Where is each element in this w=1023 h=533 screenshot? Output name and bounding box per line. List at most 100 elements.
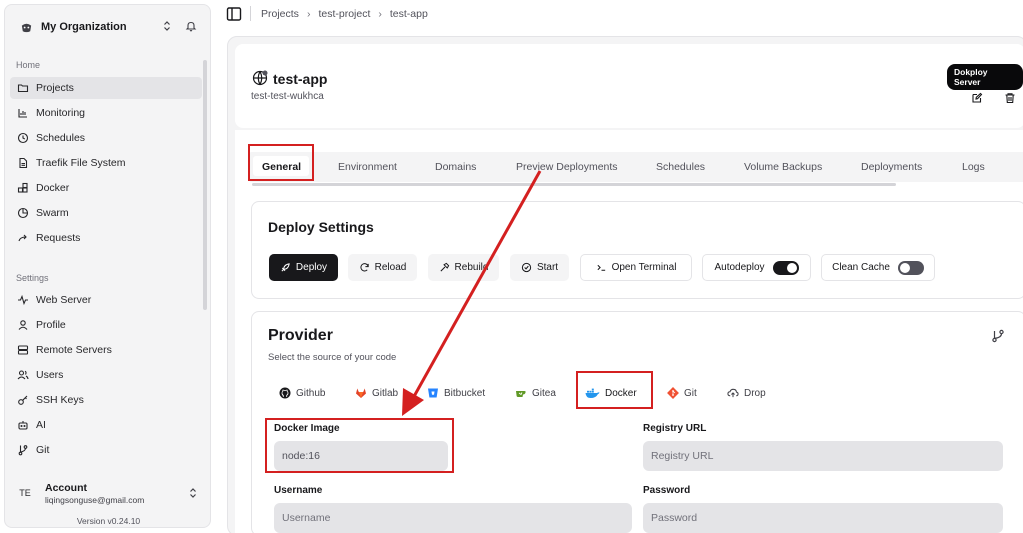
highlight-general-tab: [248, 144, 314, 181]
rebuild-label: Rebuild: [454, 262, 489, 273]
sidebar-item-swarm[interactable]: Swarm: [10, 202, 202, 224]
chevrons-up-down-icon[interactable]: [187, 487, 199, 499]
chevrons-up-down-icon[interactable]: [161, 20, 175, 34]
sidebar-item-monitoring[interactable]: Monitoring: [10, 102, 202, 124]
cloud-upload-icon: [727, 387, 739, 399]
provider-tab-label: Github: [296, 387, 326, 399]
user-icon: [17, 319, 29, 331]
clean-cache-switch[interactable]: [897, 260, 924, 275]
sidebar-item-label: Swarm: [36, 207, 69, 219]
sidebar-item-label: Profile: [36, 319, 66, 331]
username-input[interactable]: [274, 503, 632, 533]
sidebar-item-requests[interactable]: Requests: [10, 227, 202, 249]
rebuild-button[interactable]: Rebuild: [428, 254, 499, 281]
org-logo-icon: [19, 20, 33, 34]
sidebar-item-web-server[interactable]: Web Server: [10, 289, 202, 311]
breadcrumb-app: test-app: [389, 8, 428, 20]
sidebar-item-projects[interactable]: Projects: [10, 77, 202, 99]
toolbar-divider: [250, 6, 251, 21]
open-terminal-button[interactable]: Open Terminal: [580, 254, 692, 281]
password-input[interactable]: [643, 503, 1003, 533]
app-subtitle: test-test-wukhca: [251, 91, 324, 102]
chevron-right-icon: ›: [378, 8, 382, 20]
account-title: Account: [45, 481, 87, 494]
users-icon: [17, 369, 29, 381]
sidebar-item-profile[interactable]: Profile: [10, 314, 202, 336]
arrow-icon: [17, 232, 29, 244]
tab-deployments[interactable]: Deployments: [861, 161, 922, 173]
tab-volume-backups[interactable]: Volume Backups: [744, 161, 822, 173]
reload-button[interactable]: Reload: [348, 254, 417, 281]
sidebar-item-label: Users: [36, 369, 64, 381]
breadcrumb: Projects › test-project › test-app: [261, 8, 428, 20]
terminal-icon: [596, 262, 607, 273]
sidebar-item-ssh-keys[interactable]: SSH Keys: [10, 389, 202, 411]
trash-icon[interactable]: [1004, 92, 1016, 104]
tab-logs[interactable]: Logs: [962, 161, 985, 173]
sidebar-item-label: Schedules: [36, 132, 86, 144]
chart-icon: [17, 107, 29, 119]
provider-tab-drop[interactable]: Drop: [727, 387, 766, 399]
open-terminal-label: Open Terminal: [611, 262, 677, 273]
sidebar-scrollbar[interactable]: [203, 60, 207, 310]
highlight-docker-tab: [576, 371, 653, 409]
server-badge: Dokploy Server: [947, 64, 1023, 90]
sidebar-item-ai[interactable]: AI: [10, 414, 202, 436]
provider-tab-label: Git: [684, 387, 697, 399]
sidebar-item-label: Projects: [36, 82, 74, 94]
sidebar-item-docker[interactable]: Docker: [10, 177, 202, 199]
gitlab-icon: [355, 387, 367, 399]
provider-tab-git[interactable]: Git: [667, 387, 697, 399]
tab-domains[interactable]: Domains: [435, 161, 476, 173]
registry-url-input[interactable]: [643, 441, 1003, 471]
bot-icon: [17, 419, 29, 431]
provider-tab-github[interactable]: Github: [279, 387, 325, 399]
deploy-button[interactable]: Deploy: [269, 254, 338, 281]
edit-icon[interactable]: [971, 92, 983, 104]
github-icon: [279, 387, 291, 399]
provider-tab-gitlab[interactable]: Gitlab: [355, 387, 398, 399]
breadcrumb-projects[interactable]: Projects: [261, 8, 299, 20]
highlight-docker-image-field: [265, 418, 454, 473]
check-circle-icon: [521, 262, 532, 273]
account-menu[interactable]: TE Account liqingsonguse@gmail.com: [13, 477, 205, 509]
tab-scrollbar[interactable]: [252, 183, 896, 186]
bitbucket-icon: [427, 387, 439, 399]
git-branch-icon[interactable]: [991, 329, 1005, 343]
sidebar-item-label: Git: [36, 444, 50, 456]
sidebar-item-label: Traefik File System: [36, 157, 126, 169]
registry-url-label: Registry URL: [643, 423, 707, 434]
hammer-icon: [439, 262, 450, 273]
group-label-home: Home: [16, 60, 41, 70]
sidebar-item-remote-servers[interactable]: Remote Servers: [10, 339, 202, 361]
breadcrumb-project[interactable]: test-project: [318, 8, 370, 20]
sidebar-item-label: Docker: [36, 182, 70, 194]
provider-title: Provider: [268, 327, 333, 344]
provider-tab-gitea[interactable]: Gitea: [515, 387, 556, 399]
bell-icon[interactable]: [185, 20, 199, 34]
sidebar-item-label: SSH Keys: [36, 394, 84, 406]
sidebar-item-schedules[interactable]: Schedules: [10, 127, 202, 149]
group-label-settings: Settings: [16, 273, 49, 283]
account-email: liqingsonguse@gmail.com: [45, 494, 145, 505]
sidebar-item-traefik[interactable]: Traefik File System: [10, 152, 202, 174]
autodeploy-switch[interactable]: [772, 260, 799, 275]
sidebar: My Organization Home Projects Monitoring…: [4, 4, 211, 528]
deploy-label: Deploy: [295, 262, 328, 273]
sidebar-item-users[interactable]: Users: [10, 364, 202, 386]
nav-settings: Web Server Profile Remote Servers Users …: [10, 289, 202, 464]
pie-icon: [17, 207, 29, 219]
username-label: Username: [274, 485, 323, 496]
reload-label: Reload: [374, 262, 407, 273]
tab-environment[interactable]: Environment: [338, 161, 397, 173]
tab-preview-deployments[interactable]: Preview Deployments: [516, 161, 618, 173]
provider-tab-bitbucket[interactable]: Bitbucket: [427, 387, 485, 399]
autodeploy-toggle[interactable]: Autodeploy: [702, 254, 811, 281]
tab-schedules[interactable]: Schedules: [656, 161, 705, 173]
org-switcher[interactable]: My Organization: [13, 13, 199, 41]
sidebar-item-git[interactable]: Git: [10, 439, 202, 461]
tab-bar: General Environment Domains Preview Depl…: [248, 152, 1023, 182]
start-button[interactable]: Start: [510, 254, 569, 281]
clean-cache-toggle[interactable]: Clean Cache: [821, 254, 935, 281]
sidebar-toggle-icon[interactable]: [226, 6, 242, 22]
